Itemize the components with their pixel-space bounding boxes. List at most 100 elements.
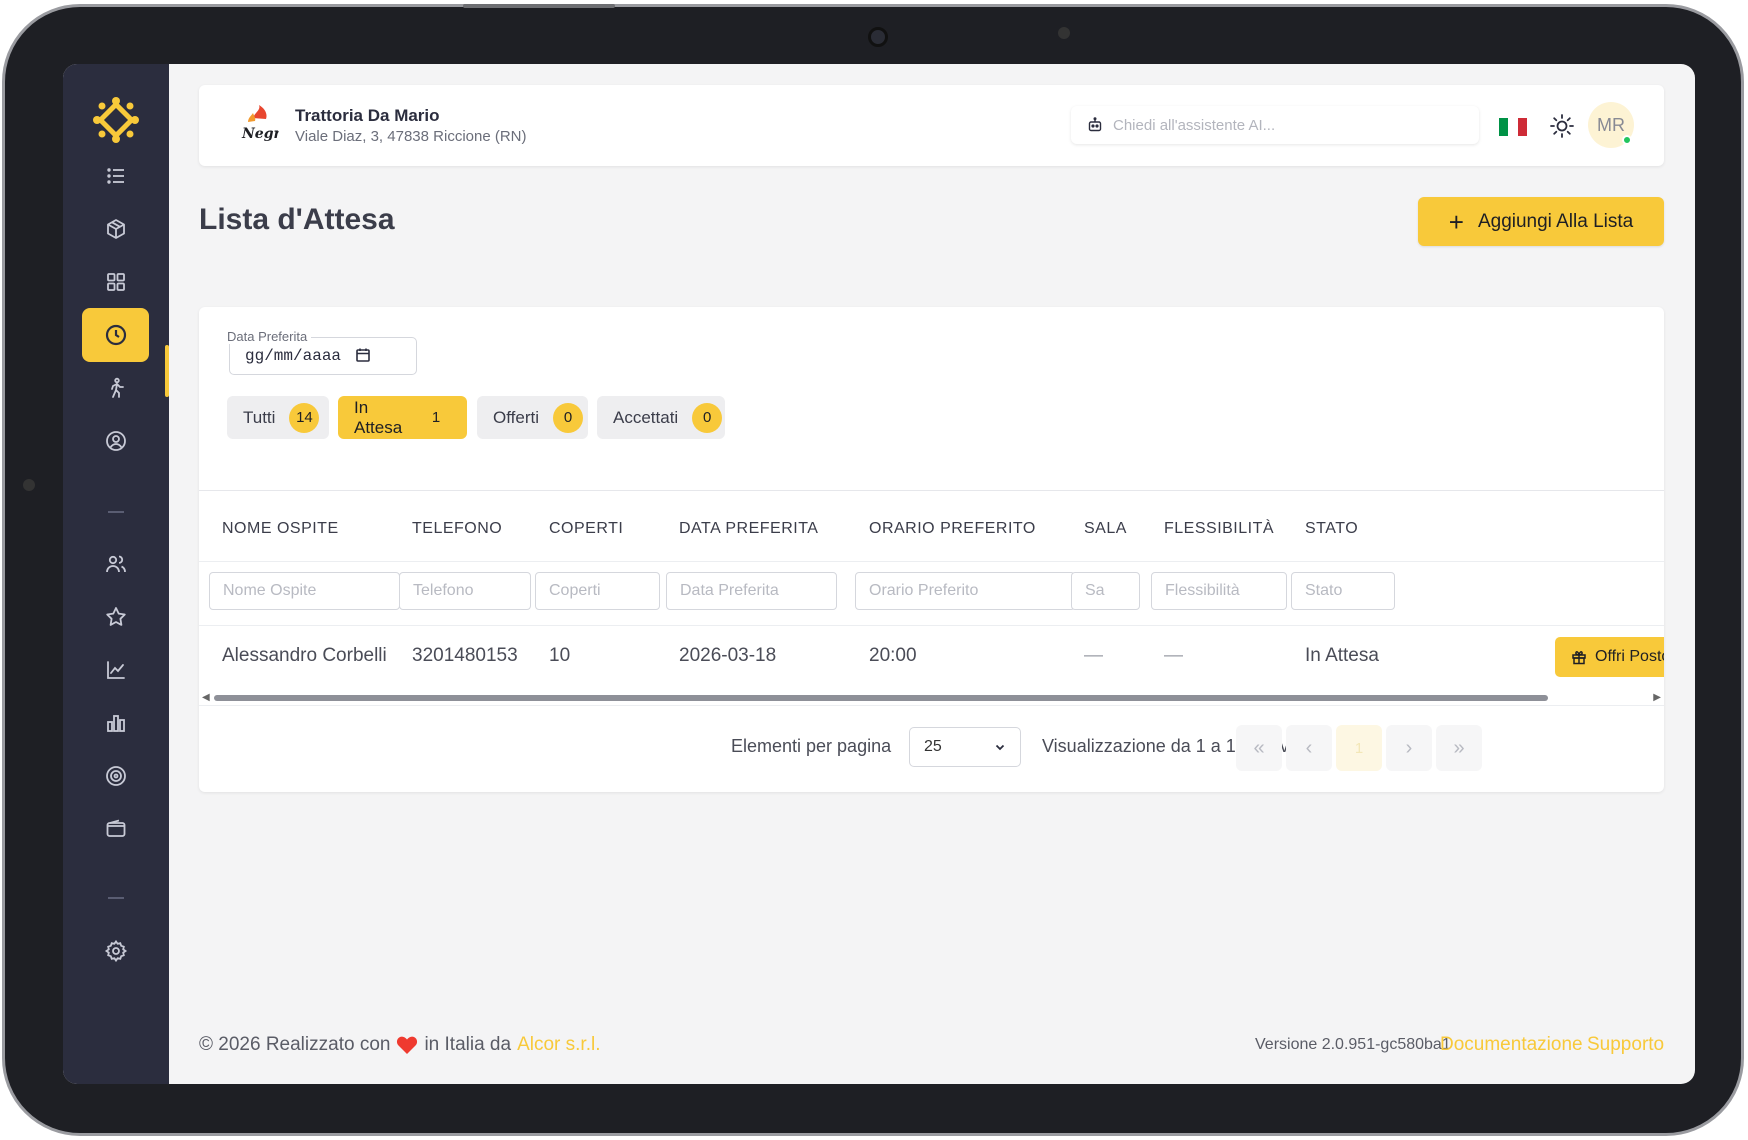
divider bbox=[199, 561, 1664, 562]
filter-covers-input[interactable] bbox=[535, 572, 660, 610]
scroll-right-icon[interactable]: ▶ bbox=[1653, 692, 1661, 703]
next-page-button[interactable]: › bbox=[1386, 725, 1432, 771]
sidebar-item-settings[interactable] bbox=[82, 924, 149, 978]
gift-icon bbox=[1572, 651, 1586, 665]
column-header-guest-name[interactable]: NOME OSPITE bbox=[222, 520, 339, 538]
sun-icon bbox=[1550, 114, 1574, 138]
page-number-button[interactable]: 1 bbox=[1336, 725, 1382, 771]
sidebar-item-profile[interactable] bbox=[82, 414, 149, 468]
cell-phone: 3201480153 bbox=[412, 645, 518, 666]
screen: Negri Trattoria Da Mario Viale Diaz, 3, … bbox=[63, 64, 1695, 1084]
cell-covers: 10 bbox=[549, 645, 571, 666]
cell-preferred-date: 2026-03-18 bbox=[679, 645, 777, 666]
add-to-list-button[interactable]: + Aggiungi Alla Lista bbox=[1418, 197, 1664, 246]
filter-guest-name-input[interactable] bbox=[209, 572, 400, 610]
column-header-status[interactable]: STATO bbox=[1305, 520, 1358, 538]
chevron-down-icon bbox=[995, 744, 1005, 751]
per-page-select[interactable]: 25 bbox=[909, 727, 1021, 767]
documentation-link[interactable]: Documentazione bbox=[1440, 1034, 1583, 1056]
page-title: Lista d'Attesa bbox=[199, 203, 395, 236]
filter-tab-label: In Attesa bbox=[354, 397, 403, 437]
per-page-value: 25 bbox=[924, 738, 942, 755]
column-header-preferred-date[interactable]: DATA PREFERITA bbox=[679, 520, 818, 538]
sidebar-item-wallet[interactable] bbox=[82, 802, 149, 856]
sidebar-item-stats[interactable] bbox=[82, 696, 149, 750]
filter-preferred-date-input[interactable] bbox=[666, 572, 837, 610]
sidebar bbox=[63, 64, 169, 1084]
robot-icon bbox=[1088, 117, 1102, 132]
add-to-list-label: Aggiungi Alla Lista bbox=[1477, 210, 1634, 232]
count-badge: 0 bbox=[552, 402, 583, 433]
preferred-date-label: Data Preferita bbox=[223, 329, 312, 344]
side-sensor bbox=[23, 479, 35, 491]
divider bbox=[199, 705, 1664, 706]
sidebar-item-waitlist[interactable] bbox=[82, 308, 149, 362]
company-link[interactable]: Alcor s.r.l. bbox=[517, 1034, 600, 1056]
line-chart-icon bbox=[106, 661, 125, 679]
cell-room: — bbox=[1084, 645, 1103, 666]
tablet-frame: Negri Trattoria Da Mario Viale Diaz, 3, … bbox=[2, 4, 1744, 1136]
sidebar-item-walkin[interactable] bbox=[82, 361, 149, 415]
italian-flag-icon[interactable] bbox=[1499, 118, 1527, 136]
column-header-phone[interactable]: TELEFONO bbox=[412, 520, 502, 538]
restaurant-address: Viale Diaz, 3, 47838 Riccione (RN) bbox=[295, 128, 527, 145]
heart-icon bbox=[397, 1036, 418, 1054]
column-header-preferred-time[interactable]: ORARIO PREFERITO bbox=[869, 520, 1036, 538]
column-header-covers[interactable]: COPERTI bbox=[549, 520, 623, 538]
filter-tab-all[interactable]: Tutti 14 bbox=[227, 396, 329, 439]
sidebar-separator bbox=[108, 511, 124, 513]
online-status-indicator bbox=[1622, 135, 1632, 145]
sidebar-item-reviews[interactable] bbox=[82, 590, 149, 644]
user-circle-icon bbox=[105, 431, 126, 451]
filter-flexibility-input[interactable] bbox=[1151, 572, 1287, 610]
last-page-button[interactable]: » bbox=[1436, 725, 1482, 771]
scrollbar-thumb[interactable] bbox=[214, 695, 1548, 701]
filter-preferred-time-input[interactable] bbox=[855, 572, 1075, 610]
offer-seat-button[interactable]: Offri Posto bbox=[1555, 637, 1664, 677]
preferred-date-value[interactable]: gg/mm/aaaa bbox=[245, 347, 341, 365]
walking-icon bbox=[110, 377, 124, 398]
power-button bbox=[463, 4, 615, 8]
column-header-flexibility[interactable]: FLESSIBILITÀ bbox=[1164, 520, 1274, 538]
theme-toggle-button[interactable] bbox=[1548, 112, 1576, 140]
filter-tab-label: Offerti bbox=[493, 407, 539, 427]
list-icon bbox=[106, 168, 124, 184]
divider bbox=[199, 625, 1664, 626]
main-content: Negri Trattoria Da Mario Viale Diaz, 3, … bbox=[169, 64, 1695, 1084]
divider bbox=[199, 490, 1664, 491]
filter-status-input[interactable] bbox=[1291, 572, 1395, 610]
support-link[interactable]: Supporto bbox=[1587, 1034, 1664, 1056]
bar-chart-icon bbox=[106, 715, 125, 732]
grid-icon bbox=[106, 273, 125, 291]
first-page-button[interactable]: « bbox=[1236, 725, 1282, 771]
sidebar-item-list[interactable] bbox=[82, 149, 149, 203]
waitlist-card: Data Preferita gg/mm/aaaa Tutti 14 In At… bbox=[199, 307, 1664, 792]
ai-assistant-box[interactable] bbox=[1071, 106, 1479, 144]
scroll-left-icon[interactable]: ◀ bbox=[202, 692, 210, 703]
app-logo-icon[interactable] bbox=[92, 96, 140, 144]
copyright-text-suffix: in Italia da bbox=[424, 1034, 512, 1055]
sidebar-item-trends[interactable] bbox=[82, 643, 149, 697]
sidebar-item-customers[interactable] bbox=[82, 537, 149, 591]
restaurant-name: Trattoria Da Mario bbox=[295, 106, 440, 125]
sidebar-item-goals[interactable] bbox=[82, 749, 149, 803]
ai-assistant-input[interactable] bbox=[1113, 116, 1453, 134]
column-header-room[interactable]: SALA bbox=[1084, 520, 1127, 538]
filter-phone-input[interactable] bbox=[399, 572, 531, 610]
filter-room-input[interactable] bbox=[1071, 572, 1140, 610]
sidebar-item-dashboard[interactable] bbox=[82, 255, 149, 309]
star-icon bbox=[105, 607, 126, 626]
sidebar-item-products[interactable] bbox=[82, 202, 149, 256]
svg-text:Negri: Negri bbox=[241, 126, 279, 142]
horizontal-scrollbar[interactable]: ◀ ▶ bbox=[199, 690, 1664, 704]
calendar-icon[interactable] bbox=[355, 347, 371, 363]
camera bbox=[868, 27, 888, 47]
filter-tab-accepted[interactable]: Accettati 0 bbox=[597, 396, 725, 439]
cell-guest-name: Alessandro Corbelli bbox=[222, 645, 387, 666]
prev-page-button[interactable]: ‹ bbox=[1286, 725, 1332, 771]
footer-copyright: © 2026 Realizzato con in Italia da Alcor… bbox=[199, 1034, 600, 1056]
count-badge: 14 bbox=[289, 402, 320, 433]
copyright-text: © 2026 Realizzato con bbox=[199, 1034, 391, 1055]
filter-tab-offered[interactable]: Offerti 0 bbox=[477, 396, 588, 439]
filter-tab-waiting[interactable]: In Attesa 1 bbox=[338, 396, 467, 439]
